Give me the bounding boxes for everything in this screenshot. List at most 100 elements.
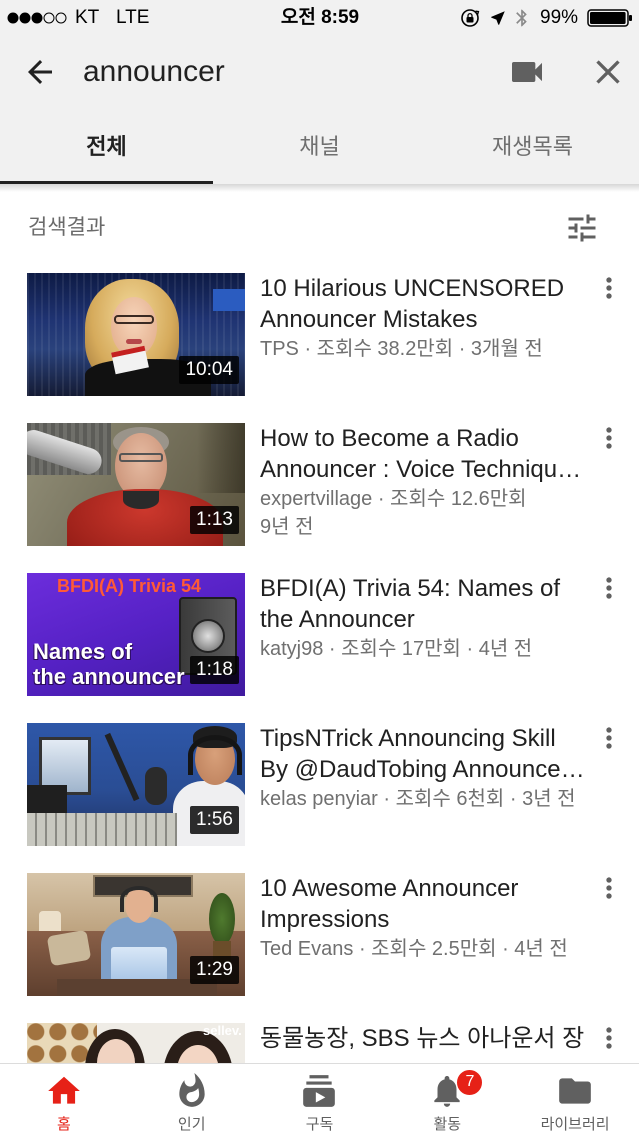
laptop (111, 947, 167, 981)
folder-icon (559, 1078, 591, 1104)
plant (209, 893, 235, 945)
location-arrow-icon (491, 11, 505, 25)
video-title[interactable]: TipsNTrick Announcing Skill (260, 723, 595, 754)
video-meta: katyj98 · 조회수 17만회 · 4년 전 (260, 638, 533, 660)
video-thumbnail[interactable]: 10:04 (27, 273, 245, 396)
video-info[interactable]: 동물농장, SBS 뉴스 아나운서 장 (260, 1023, 595, 1054)
tab-channels[interactable]: 채널 (213, 126, 426, 168)
nav-subscriptions[interactable]: 구독 (256, 1064, 384, 1138)
video-duration: 10:04 (179, 356, 239, 384)
speaker-glasses (119, 453, 163, 462)
tab-all[interactable]: 전체 (0, 126, 213, 168)
watermark-text: sellev. (203, 1023, 242, 1038)
clock: 오전 8:59 (280, 7, 360, 28)
video-thumbnail[interactable]: 1:29 (27, 873, 245, 996)
nav-trending[interactable]: 인기 (128, 1064, 256, 1138)
mixing-console (27, 813, 177, 846)
top-app-bar: KT LTE 오전 8:59 99% announcer 전체 채널 재생목록 (0, 0, 639, 184)
signal-strength-icon (7, 12, 67, 24)
video-result[interactable]: 1:56 TipsNTrick Announcing Skill By @Dau… (0, 723, 639, 853)
video-result[interactable]: 1:29 10 Awesome Announcer Impressions Te… (0, 873, 639, 1003)
presenter-glasses (114, 315, 154, 324)
battery-percent: 99% (540, 7, 579, 28)
nav-label: 인기 (177, 1116, 206, 1133)
studio-microphone (145, 767, 167, 805)
video-meta: 9년 전 (260, 516, 314, 538)
video-duration: 1:18 (190, 656, 239, 684)
video-info[interactable]: 10 Awesome Announcer Impressions Ted Eva… (260, 873, 595, 963)
video-result[interactable]: BFDI(A) Trivia 54 Names of the announcer… (0, 573, 639, 703)
video-info[interactable]: 10 Hilarious UNCENSORED Announcer Mistak… (260, 273, 595, 363)
carrier-label: KT (75, 7, 100, 28)
video-title[interactable]: 10 Hilarious UNCENSORED (260, 273, 595, 304)
video-result[interactable]: sellev. 동물농장, SBS 뉴스 아나운서 장 (0, 1023, 639, 1063)
nav-label: 라이브러리 (540, 1116, 610, 1133)
video-title[interactable]: Impressions (260, 904, 595, 935)
video-info[interactable]: How to Become a Radio Announcer : Voice … (260, 423, 595, 541)
video-thumbnail[interactable]: BFDI(A) Trivia 54 Names of the announcer… (27, 573, 245, 696)
network-label: LTE (116, 7, 150, 28)
mic-arm (104, 732, 140, 802)
nav-home[interactable]: 홈 (0, 1064, 128, 1138)
video-title[interactable]: How to Become a Radio (260, 423, 595, 454)
bluetooth-icon (516, 9, 527, 27)
host-headphones (120, 886, 158, 912)
speaker-collar (123, 491, 159, 509)
thumbnail-caption: Names of (33, 639, 133, 664)
results-heading: 검색결과 (28, 216, 106, 239)
video-info[interactable]: BFDI(A) Trivia 54: Names of the Announce… (260, 573, 595, 663)
more-vert-icon[interactable] (593, 872, 625, 904)
video-duration: 1:56 (190, 806, 239, 834)
video-title[interactable]: By @DaudTobing Announce… (260, 754, 595, 785)
video-meta: TPS · 조회수 38.2만회 · 3개월 전 (260, 338, 543, 360)
arena-sign (213, 289, 245, 311)
video-result[interactable]: 10:04 10 Hilarious UNCENSORED Announcer … (0, 273, 639, 403)
video-thumbnail[interactable]: 1:56 (27, 723, 245, 846)
notification-badge: 7 (456, 1069, 484, 1096)
videocam-icon[interactable] (507, 52, 547, 92)
rotation-lock-icon (461, 9, 480, 27)
video-title[interactable]: the Announcer (260, 604, 595, 635)
video-title[interactable]: Announcer Mistakes (260, 304, 595, 335)
bottom-navigation: 홈 인기 구독 7 활동 라이브러리 (0, 1063, 639, 1138)
presenter-mouth (126, 339, 142, 344)
video-title[interactable]: BFDI(A) Trivia 54: Names of (260, 573, 595, 604)
nav-activity[interactable]: 7 활동 (383, 1064, 511, 1138)
speaker-cone (191, 619, 225, 653)
thumbnail-caption: the announcer (33, 664, 185, 689)
dark-backdrop (197, 423, 245, 493)
more-vert-icon[interactable] (593, 722, 625, 754)
flame-icon (179, 1073, 205, 1107)
nav-library[interactable]: 라이브러리 (511, 1064, 639, 1138)
nav-label: 구독 (305, 1116, 334, 1133)
video-title[interactable]: 10 Awesome Announcer (260, 873, 595, 904)
home-icon (48, 1076, 80, 1104)
more-vert-icon[interactable] (593, 272, 625, 304)
video-thumbnail[interactable]: sellev. (27, 1023, 245, 1063)
video-duration: 1:13 (190, 506, 239, 534)
tune-icon[interactable] (564, 210, 600, 246)
search-query-input[interactable]: announcer (83, 53, 225, 91)
more-vert-icon[interactable] (593, 572, 625, 604)
search-results-list[interactable]: 검색결과 10:04 10 Hilarious UNCENSORED Annou… (0, 184, 639, 1063)
nav-label: 활동 (433, 1116, 462, 1133)
battery-icon (587, 9, 632, 27)
tab-playlists[interactable]: 재생목록 (426, 126, 639, 168)
studio-monitor (27, 785, 67, 815)
video-meta: expertvillage · 조회수 12.6만회 (260, 488, 527, 510)
video-meta: kelas penyiar · 조회수 6천회 · 3년 전 (260, 788, 576, 810)
video-title[interactable]: Announcer : Voice Techniqu… (260, 454, 595, 485)
nav-label: 홈 (56, 1116, 71, 1133)
video-duration: 1:29 (190, 956, 239, 984)
more-vert-icon[interactable] (593, 422, 625, 454)
subscriptions-icon (303, 1075, 336, 1107)
close-icon[interactable] (588, 52, 628, 92)
video-meta: Ted Evans · 조회수 2.5만회 · 4년 전 (260, 938, 568, 960)
more-vert-icon[interactable] (593, 1022, 625, 1054)
thumbnail-heading: BFDI(A) Trivia 54 (57, 576, 202, 596)
video-info[interactable]: TipsNTrick Announcing Skill By @DaudTobi… (260, 723, 595, 813)
video-result[interactable]: 1:13 How to Become a Radio Announcer : V… (0, 423, 639, 553)
video-thumbnail[interactable]: 1:13 (27, 423, 245, 546)
video-title[interactable]: 동물농장, SBS 뉴스 아나운서 장 (260, 1023, 595, 1054)
arrow-back-icon[interactable] (22, 54, 58, 90)
